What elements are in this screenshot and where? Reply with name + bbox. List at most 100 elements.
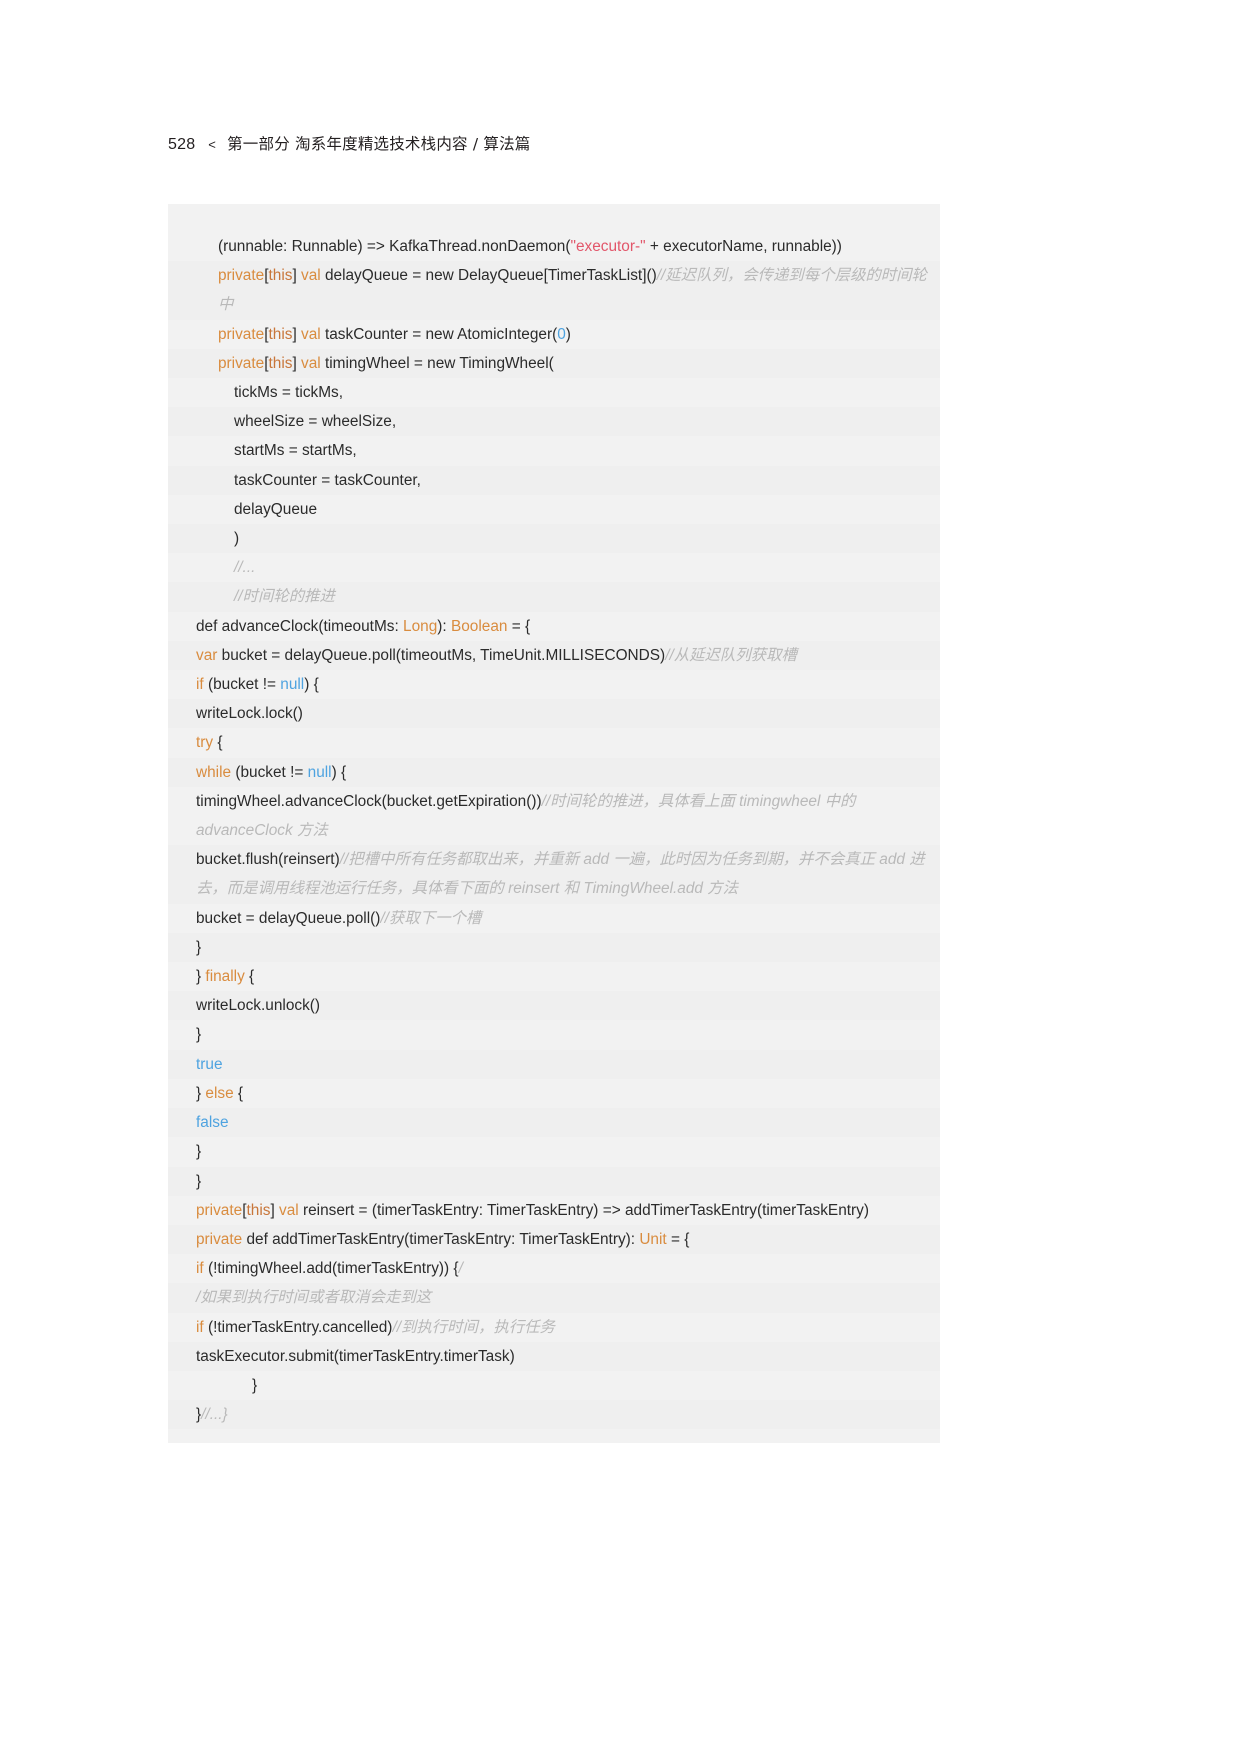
code-token-plain: ) — [565, 325, 571, 343]
code-token-plain: } — [196, 1026, 202, 1044]
code-line: } else { — [168, 1078, 940, 1109]
code-token-plain: (!timingWheel.add(timerTaskEntry)) { — [203, 1260, 459, 1278]
code-line: try { — [168, 728, 940, 758]
code-token-plain: } — [196, 1172, 202, 1190]
code-token-plain: ) { — [331, 763, 347, 781]
code-token-kw: val — [301, 267, 321, 285]
code-token-cmt: //...} — [201, 1406, 228, 1424]
code-line: tickMs = tickMs, — [168, 378, 940, 408]
code-token-plain: (!timerTaskEntry.cancelled) — [203, 1318, 393, 1336]
code-token-kw: private — [218, 354, 265, 372]
code-token-plain: bucket = delayQueue.poll() — [196, 909, 381, 927]
running-header: 528 < 第一部分 淘系年度精选技术栈内容 / 算法篇 — [168, 132, 531, 154]
code-token-kw2: this — [268, 325, 293, 343]
code-token-plain: wheelSize = wheelSize, — [234, 413, 397, 431]
code-token-kw2: this — [246, 1201, 271, 1219]
code-line: private[this] val taskCounter = new Atom… — [168, 319, 940, 349]
code-line: false — [168, 1108, 940, 1138]
code-token-lit: true — [196, 1055, 223, 1073]
code-token-cmt: /如果到执行时间或者取消会走到这 — [196, 1289, 432, 1307]
code-line: taskCounter = taskCounter, — [168, 465, 940, 495]
code-token-plain: (bucket != — [203, 676, 281, 694]
code-token-kw: if — [196, 1260, 204, 1278]
code-line: } — [168, 1166, 940, 1196]
code-token-plain: { — [244, 968, 255, 986]
code-token-num: 0 — [557, 325, 566, 343]
code-token-plain: { — [233, 1084, 244, 1102]
code-token-plain: = { — [507, 617, 531, 635]
code-token-plain: def advanceClock(timeoutMs: — [196, 617, 404, 635]
code-line: } — [168, 1370, 940, 1401]
code-token-plain: bucket.flush(reinsert) — [196, 851, 340, 869]
code-token-plain: timingWheel.advanceClock(bucket.getExpir… — [196, 792, 542, 810]
code-line: while (bucket != null) { — [168, 757, 940, 787]
code-line: if (bucket != null) { — [168, 670, 940, 700]
code-token-kw: while — [196, 763, 232, 781]
code-token-typ: Long — [403, 617, 438, 635]
code-token-kw: if — [196, 676, 204, 694]
code-token-plain: (runnable: Runnable) => KafkaThread.nonD… — [218, 238, 571, 255]
code-token-kw: private — [196, 1201, 243, 1219]
header-separator-icon: < — [208, 137, 217, 152]
code-token-plain: + executorName, runnable)) — [645, 238, 842, 255]
code-line: private[this] val reinsert = (timerTaskE… — [168, 1195, 940, 1225]
code-token-cmt: //从延迟队列获取槽 — [665, 646, 797, 664]
code-token-kw2: this — [268, 354, 293, 372]
code-token-cmt: //到执行时间，执行任务 — [392, 1318, 555, 1336]
page-number: 528 — [168, 136, 196, 153]
code-token-kw: if — [196, 1318, 204, 1336]
code-line: writeLock.unlock() — [168, 991, 940, 1021]
code-token-plain: (bucket != — [231, 763, 308, 781]
code-token-cmt: //获取下一个槽 — [380, 909, 482, 927]
code-token-plain: } — [252, 1376, 258, 1394]
code-line: timingWheel.advanceClock(bucket.getExpir… — [168, 786, 940, 846]
code-token-plain: taskExecutor.submit(timerTaskEntry.timer… — [196, 1347, 515, 1365]
code-line: def advanceClock(timeoutMs: Long): Boole… — [168, 611, 940, 641]
code-line: delayQueue — [168, 494, 940, 525]
code-token-kw: val — [279, 1201, 299, 1219]
code-token-kw: try — [196, 734, 214, 752]
code-token-kw: private — [218, 267, 265, 285]
code-token-plain: } — [196, 938, 202, 956]
code-line: } finally { — [168, 962, 940, 992]
code-line: startMs = startMs, — [168, 436, 940, 466]
code-line: //... — [168, 553, 940, 583]
code-token-plain: } — [196, 968, 206, 986]
code-token-plain: delayQueue — [234, 500, 318, 518]
header-title: 第一部分 淘系年度精选技术栈内容 / 算法篇 — [227, 135, 531, 153]
code-line: ) — [168, 524, 940, 554]
code-bottom-padding — [168, 1429, 940, 1443]
code-token-plain: { — [213, 734, 223, 752]
code-token-kw: private — [196, 1230, 243, 1248]
code-token-plain: bucket = delayQueue.poll(timeoutMs, Time… — [217, 646, 666, 664]
code-token-plain: tickMs = tickMs, — [234, 384, 344, 402]
code-token-lit: false — [196, 1114, 229, 1132]
document-page: 528 < 第一部分 淘系年度精选技术栈内容 / 算法篇 (runnable: … — [0, 0, 1240, 1755]
code-line: var bucket = delayQueue.poll(timeoutMs, … — [168, 640, 940, 671]
code-lines-container: (runnable: Runnable) => KafkaThread.nonD… — [168, 232, 940, 1430]
code-token-str: "executor-" — [570, 238, 646, 255]
code-token-typ: Unit — [639, 1230, 667, 1248]
code-token-plain: = { — [666, 1230, 690, 1248]
code-token-plain: startMs = startMs, — [234, 442, 357, 460]
code-line: taskExecutor.submit(timerTaskEntry.timer… — [168, 1341, 940, 1371]
code-line: //时间轮的推进 — [168, 582, 940, 612]
code-token-kw: finally — [205, 968, 245, 986]
code-token-plain: } — [196, 1084, 206, 1102]
code-token-kw2: this — [268, 267, 293, 285]
code-token-lit: null — [280, 676, 305, 694]
code-line: true — [168, 1049, 940, 1079]
code-token-plain: } — [196, 1143, 202, 1161]
code-token-cmt: //时间轮的推进 — [234, 588, 335, 606]
code-token-plain: writeLock.unlock() — [196, 997, 321, 1015]
code-line: } — [168, 1020, 940, 1050]
code-token-plain: def addTimerTaskEntry(timerTaskEntry: Ti… — [242, 1230, 640, 1248]
code-token-plain: taskCounter = taskCounter, — [234, 471, 421, 489]
code-token-plain: taskCounter = new AtomicInteger( — [320, 325, 558, 343]
code-line: private def addTimerTaskEntry(timerTaskE… — [168, 1224, 940, 1255]
code-token-typ: Boolean — [450, 617, 508, 635]
code-line: private[this] val delayQueue = new Delay… — [168, 261, 940, 320]
code-token-plain: ): — [437, 617, 451, 635]
code-line: (runnable: Runnable) => KafkaThread.nonD… — [168, 232, 940, 262]
code-token-kw: else — [205, 1084, 234, 1102]
